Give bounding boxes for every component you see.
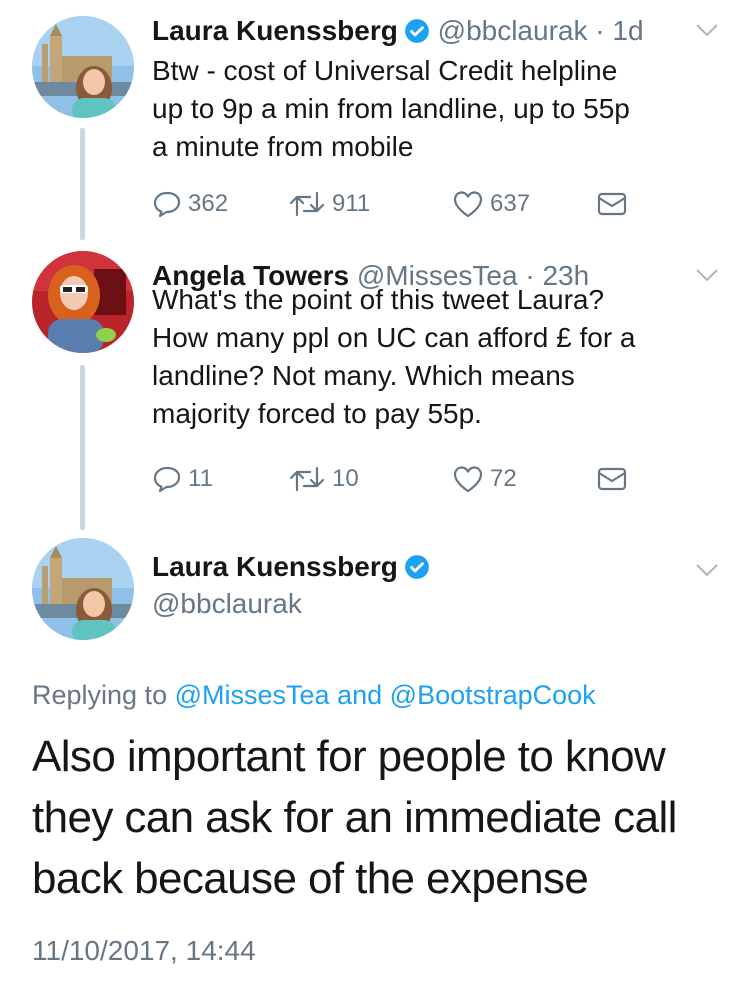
like-icon xyxy=(453,466,483,493)
tweet-text-line: What's the point of this tweet Laura? xyxy=(152,284,605,315)
tweet-time[interactable]: 1d xyxy=(612,15,643,46)
like-button[interactable]: 72 xyxy=(452,461,517,497)
tweet-text-line: How many ppl on UC can afford £ for a xyxy=(152,322,636,353)
tweet-header: Laura Kuenssberg @bbclaurak · 1d xyxy=(152,14,689,48)
user-handle[interactable]: @bbclaurak xyxy=(438,15,588,46)
tweet-2[interactable]: Angela Towers @MissesTea · 23h What's th… xyxy=(0,245,749,530)
avatar[interactable] xyxy=(32,251,134,353)
replying-to-label: Replying to xyxy=(32,680,168,710)
tweet-text-line: Also important for people to know xyxy=(32,732,666,781)
user-handle[interactable]: @bbclaurak xyxy=(152,587,689,621)
reply-button[interactable]: 11 xyxy=(152,461,213,497)
direct-message-icon xyxy=(597,192,627,216)
tweet-text-line: they can ask for an immediate call xyxy=(32,793,677,842)
tweet-text-line: back because of the expense xyxy=(32,854,589,903)
retweet-button[interactable]: 911 xyxy=(288,186,370,222)
main-tweet-text: Also important for people to know they c… xyxy=(32,726,719,909)
avatar-photo-laura xyxy=(32,16,134,118)
retweet-icon xyxy=(289,466,325,492)
reply-count: 11 xyxy=(188,465,213,492)
reply-button[interactable]: 362 xyxy=(152,186,228,222)
like-count: 72 xyxy=(490,465,517,492)
like-button[interactable]: 637 xyxy=(452,186,530,222)
tweet-header: Laura Kuenssberg @bbclaurak xyxy=(152,550,689,621)
tweet-actions: 11 10 72 xyxy=(152,461,652,497)
like-count: 637 xyxy=(490,190,531,217)
avatar[interactable] xyxy=(32,538,134,640)
verified-badge-icon xyxy=(404,555,429,579)
tweet-text-line: landline? Not many. Which means xyxy=(152,360,575,391)
retweet-icon xyxy=(289,191,325,217)
mention-link[interactable]: @BootstrapCook xyxy=(390,680,596,710)
direct-message-button[interactable] xyxy=(596,461,634,497)
avatar-photo-laura xyxy=(32,538,134,640)
reply-icon xyxy=(153,191,181,218)
tweet-text-line: a minute from mobile xyxy=(152,131,414,162)
tweet-actions: 362 911 637 xyxy=(152,186,652,222)
like-icon xyxy=(453,191,483,218)
reply-icon xyxy=(153,466,181,493)
tweet-text: What's the point of this tweet Laura? Ho… xyxy=(152,281,709,433)
verified-badge-icon xyxy=(404,19,429,43)
tweet-text-line: Btw - cost of Universal Credit helpline xyxy=(152,55,618,86)
display-name[interactable]: Laura Kuenssberg xyxy=(152,15,398,46)
direct-message-icon xyxy=(597,467,627,491)
chevron-down-icon[interactable] xyxy=(693,560,721,580)
tweet-text: Btw - cost of Universal Credit helpline … xyxy=(152,52,709,166)
reply-count: 362 xyxy=(188,190,229,217)
replying-to-conjunction: and xyxy=(337,680,383,710)
mention-link[interactable]: @MissesTea xyxy=(175,680,330,710)
chevron-down-icon[interactable] xyxy=(693,20,721,40)
tweet-text-line: up to 9p a min from landline, up to 55p xyxy=(152,93,630,124)
tweet-timestamp[interactable]: 11/10/2017, 14:44 xyxy=(32,935,256,967)
retweet-count: 911 xyxy=(332,190,371,217)
retweet-button[interactable]: 10 xyxy=(288,461,359,497)
avatar[interactable] xyxy=(32,16,134,118)
direct-message-button[interactable] xyxy=(596,186,634,222)
tweet-1[interactable]: Laura Kuenssberg @bbclaurak · 1d Btw - c… xyxy=(0,0,749,245)
separator-dot: · xyxy=(595,15,605,46)
replying-to: Replying to @MissesTea and @BootstrapCoo… xyxy=(32,680,596,711)
retweet-count: 10 xyxy=(332,465,359,492)
avatar-photo-angela xyxy=(32,251,134,353)
display-name[interactable]: Laura Kuenssberg xyxy=(152,551,398,582)
tweet-text-line: majority forced to pay 55p. xyxy=(152,398,482,429)
